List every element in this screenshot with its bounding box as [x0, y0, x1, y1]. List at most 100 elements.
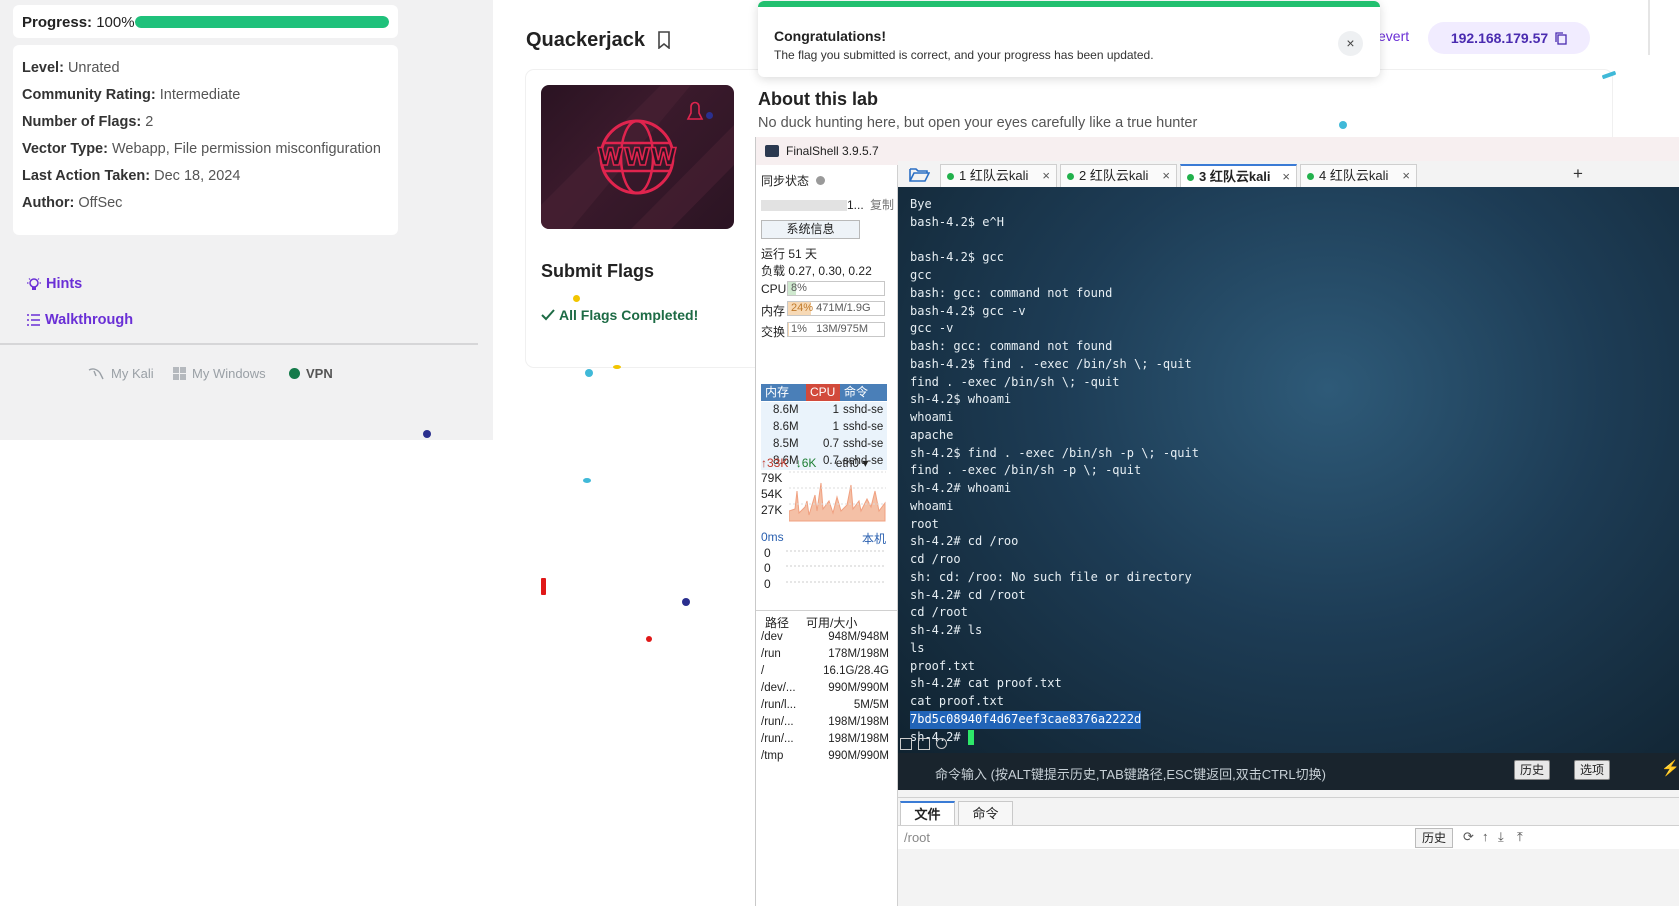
bookmark-icon[interactable]	[657, 31, 671, 49]
lightning-icon[interactable]: ⚡	[1661, 759, 1679, 777]
toast-close-button[interactable]: ×	[1338, 31, 1363, 56]
revert-button[interactable]: evert	[1378, 28, 1409, 44]
terminal-line: whoami	[910, 498, 954, 513]
search-icon[interactable]	[936, 738, 947, 749]
meta-value: Dec 18, 2024	[154, 168, 241, 184]
command-input[interactable]: 命令输入 (按ALT键提示历史,TAB键路径,ESC键返回,双击CTRL切换)	[935, 764, 1326, 783]
disk-size: 16.1G/28.4G	[823, 665, 889, 677]
open-folder-icon[interactable]	[909, 167, 930, 182]
connected-dot-icon	[1187, 174, 1194, 182]
history-button[interactable]: 历史	[1514, 760, 1551, 780]
meta-row: Author: OffSec	[22, 195, 122, 211]
copy-icon[interactable]	[1555, 31, 1567, 45]
page-edge	[1648, 0, 1650, 55]
options-button[interactable]: 选项	[1574, 760, 1611, 780]
dropdown-arrow-icon[interactable]: ▾	[859, 456, 868, 470]
proc-header-cpu[interactable]: CPU	[806, 384, 840, 401]
terminal-mini-toolbar	[898, 738, 966, 752]
system-info-button[interactable]: 系统信息	[761, 220, 860, 239]
success-toast: Congratulations! The flag you submitted …	[758, 1, 1380, 77]
terminal-line: cd /root	[910, 605, 968, 620]
copy-icon[interactable]	[900, 738, 912, 750]
mem-label: 内存	[761, 304, 786, 318]
network-traffic-graph	[789, 471, 886, 522]
my-kali-button[interactable]: My Kali	[88, 366, 154, 381]
disk-row[interactable]: /dev 948M/948M	[761, 631, 889, 647]
tab-close-icon[interactable]: ×	[1282, 166, 1290, 188]
proc-mem: 8.5M	[773, 438, 799, 450]
meta-value: OffSec	[78, 195, 123, 211]
tab-close-icon[interactable]: ×	[1042, 165, 1050, 187]
upload-icon[interactable]: ⤒	[1517, 829, 1523, 845]
net-down: 6K	[801, 456, 817, 470]
process-row[interactable]: 8.6M 1 sshd-se	[761, 419, 887, 436]
hints-link[interactable]: Hints	[26, 276, 82, 292]
meta-row: Vector Type: Webapp, File permission mis…	[22, 141, 381, 157]
vpn-button[interactable]: VPN	[289, 366, 333, 381]
disk-row[interactable]: / 16.1G/28.4G	[761, 665, 889, 681]
proc-cmd: sshd-se	[843, 421, 884, 433]
path-history-button[interactable]: 历史	[1415, 828, 1454, 848]
flags-status-text: All Flags Completed!	[559, 307, 699, 323]
paste-icon[interactable]	[918, 738, 930, 750]
process-row[interactable]: 8.6M 1 sshd-se	[761, 402, 887, 419]
disk-path: /run/l...	[761, 699, 797, 711]
refresh-icon[interactable]: ⟳	[1463, 829, 1474, 845]
tab-session-2[interactable]: 2 红队云kali ×	[1060, 164, 1177, 188]
disk-row[interactable]: /run/l... 5M/5M	[761, 699, 889, 715]
walkthrough-link[interactable]: Walkthrough	[26, 312, 133, 328]
connected-dot-icon	[1067, 173, 1074, 181]
terminal-line: Bye	[910, 197, 932, 211]
tab-session-4[interactable]: 4 红队云kali ×	[1300, 164, 1417, 188]
my-windows-button[interactable]: My Windows	[173, 366, 266, 381]
proc-header-mem[interactable]: 内存	[761, 384, 806, 401]
terminal[interactable]: Bye bash-4.2$ e^H bash-4.2$ gcc gcc bash: gc…	[898, 187, 1679, 763]
up-directory-icon[interactable]: ↑	[1482, 829, 1489, 844]
walkthrough-label: Walkthrough	[45, 312, 134, 328]
command-input-bar[interactable]: 命令输入 (按ALT键提示历史,TAB键路径,ESC键返回,双击CTRL切换) …	[898, 753, 1679, 790]
meta-key: Author:	[22, 195, 75, 211]
download-icon[interactable]: ⤓	[1498, 829, 1504, 845]
disk-row[interactable]: /run 178M/198M	[761, 648, 889, 664]
path-input[interactable]: /root	[904, 830, 930, 845]
disk-row[interactable]: /tmp 990M/990M	[761, 750, 889, 766]
confetti	[423, 430, 431, 438]
copy-host-button[interactable]: 复制	[870, 198, 894, 212]
ping-value: 0	[764, 577, 771, 591]
add-tab-button[interactable]: +	[1573, 164, 1583, 184]
disk-size: 990M/990M	[828, 750, 889, 762]
tab-session-1[interactable]: 1 红队云kali ×	[940, 164, 1057, 188]
meta-key: Level:	[22, 60, 64, 76]
terminal-line: bash-4.2$ gcc	[910, 250, 1004, 265]
terminal-line: sh-4.2# cat proof.txt	[910, 676, 1062, 691]
uptime: 运行 51 天	[761, 247, 818, 261]
tab-close-icon[interactable]: ×	[1162, 165, 1170, 187]
disk-row[interactable]: /run/... 198M/198M	[761, 716, 889, 732]
disk-header-size[interactable]: 可用/大小	[806, 614, 857, 631]
tab-session-3[interactable]: 3 红队云kali ×	[1180, 164, 1297, 188]
proc-header-cmd[interactable]: 命令	[840, 384, 887, 401]
terminal-line: sh-4.2# ls	[910, 623, 983, 637]
disk-path: /run/...	[761, 733, 794, 745]
swap-usage-text: 1%	[791, 323, 807, 335]
disk-row[interactable]: /run/... 198M/198M	[761, 733, 889, 749]
terminal-line: find . -exec /bin/sh \; -quit	[910, 374, 1120, 389]
disk-row[interactable]: /dev/... 990M/990M	[761, 682, 889, 698]
terminal-line: whoami	[910, 410, 954, 424]
net-interface-select[interactable]: eth0	[836, 456, 859, 470]
process-row[interactable]: 8.5M 0.7 sshd-se	[761, 436, 887, 453]
tab-label: 1 红队云kali	[959, 168, 1029, 183]
ping-host-select[interactable]: 本机	[862, 530, 886, 547]
meta-value: Webapp, File permission misconfiguration	[111, 141, 381, 157]
host-row: 1... 复制	[761, 196, 894, 213]
lab-thumbnail: WWW	[541, 85, 734, 229]
terminal-line: sh-4.2# cd /roo	[910, 534, 1019, 549]
tab-close-icon[interactable]: ×	[1402, 165, 1410, 187]
target-ip: 192.168.179.57	[1450, 30, 1549, 46]
tab-files[interactable]: 文件	[900, 801, 955, 826]
swap-usage-fill	[788, 323, 789, 336]
selected-flag-text[interactable]: 7bd5c08940f4d67eef3cae8376a2222d	[910, 710, 1142, 729]
target-ip-pill[interactable]: 192.168.179.57	[1428, 22, 1590, 54]
disk-header-path[interactable]: 路径	[765, 614, 789, 631]
tab-commands[interactable]: 命令	[958, 801, 1013, 826]
